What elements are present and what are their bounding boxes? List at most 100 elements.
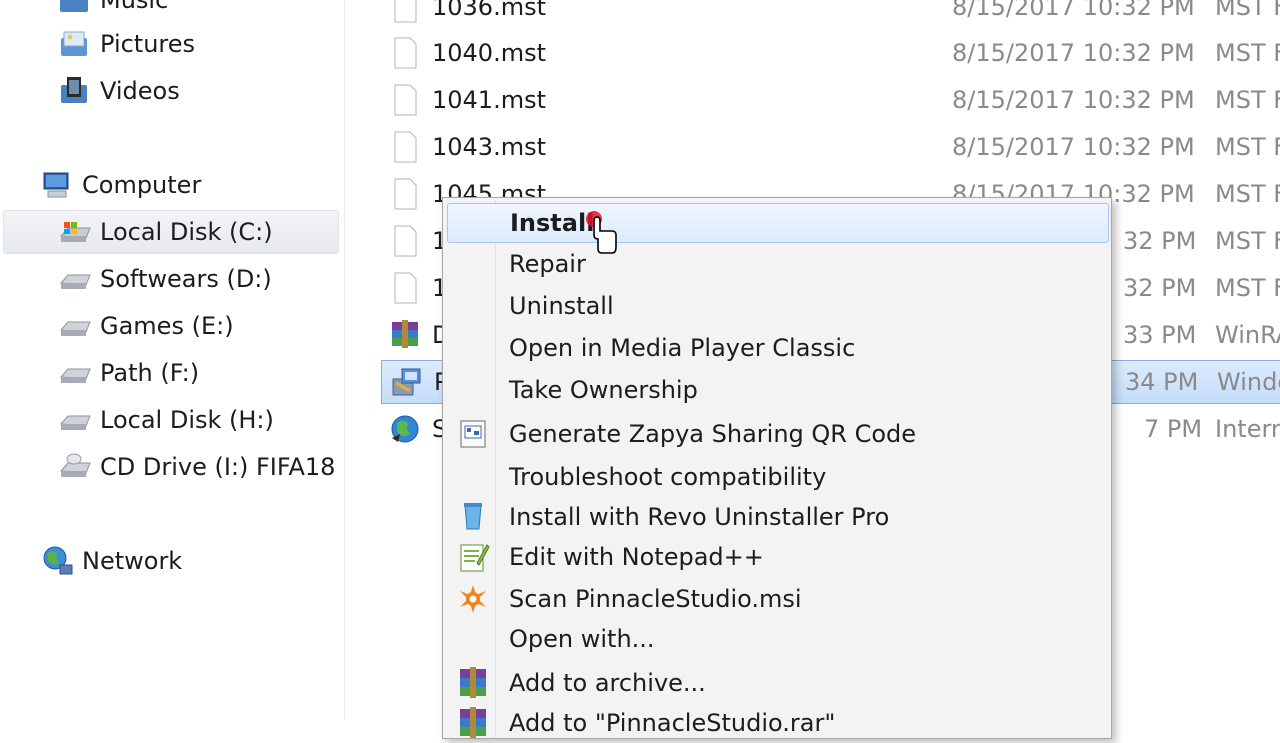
nav-item-local-disk-h[interactable]: Local Disk (H:) — [58, 398, 274, 442]
blank-file-icon — [394, 131, 417, 163]
revo-uninstaller-icon — [464, 503, 482, 530]
nav-item-pictures[interactable]: Pictures — [58, 22, 195, 66]
blank-file-icon — [394, 84, 417, 116]
nav-item-cd-drive-i[interactable]: CD Drive (I:) FIFA18 — [58, 445, 335, 489]
file-type: MST F — [1215, 180, 1280, 208]
file-type: WinRA — [1215, 321, 1280, 349]
menu-item-zapya-qr[interactable]: Generate Zapya Sharing QR Code — [447, 414, 1107, 454]
file-type: MST F — [1215, 133, 1280, 161]
nav-item-label: Pictures — [100, 30, 196, 58]
menu-item-label: Open with... — [509, 625, 655, 653]
network-icon — [43, 546, 73, 575]
file-name: 1041.mst — [432, 86, 546, 114]
drive-icon — [59, 321, 91, 336]
file-row[interactable]: 1040.mst 8/15/2017 10:32 PM MST F — [380, 32, 1280, 74]
menu-item-uninstall[interactable]: Uninstall — [447, 286, 1107, 326]
winrar-icon — [460, 667, 486, 698]
menu-item-repair[interactable]: Repair — [447, 244, 1107, 284]
menu-item-open-media-player-classic[interactable]: Open in Media Player Classic — [447, 328, 1107, 368]
blank-file-icon — [394, 37, 417, 69]
cd-drive-icon — [59, 453, 91, 477]
nav-item-path-f[interactable]: Path (F:) — [58, 351, 199, 395]
menu-item-label: Add to archive... — [509, 669, 706, 697]
nav-item-label: Softwears (D:) — [100, 265, 272, 293]
nav-item-local-disk-c[interactable]: Local Disk (C:) — [3, 210, 339, 254]
installer-package-icon — [392, 368, 421, 396]
menu-item-revo-uninstaller[interactable]: Install with Revo Uninstaller Pro — [447, 497, 1107, 537]
winrar-icon — [460, 707, 486, 738]
nav-item-label: Music — [100, 0, 169, 14]
file-row[interactable]: 1036.mst 8/15/2017 10:32 PM MST F — [380, 0, 1280, 28]
file-name: 1040.mst — [432, 39, 546, 67]
menu-item-label: Install — [510, 209, 595, 237]
blank-file-icon — [394, 0, 417, 23]
computer-icon — [43, 172, 69, 198]
file-date: 33 PM — [1123, 321, 1197, 349]
menu-item-edit-notepad-plus-plus[interactable]: Edit with Notepad++ — [447, 537, 1107, 577]
file-date: 8/15/2017 10:32 PM — [952, 39, 1195, 67]
file-type: MST F — [1215, 86, 1280, 114]
qr-code-icon — [460, 420, 486, 448]
menu-item-label: Install with Revo Uninstaller Pro — [509, 503, 890, 531]
menu-item-label: Troubleshoot compatibility — [509, 463, 827, 491]
nav-item-music[interactable]: Music — [58, 0, 168, 22]
menu-item-label: Scan PinnacleStudio.msi — [509, 585, 802, 613]
avast-icon — [460, 585, 486, 613]
menu-item-label: Add to "PinnacleStudio.rar" — [509, 709, 836, 737]
file-date: 34 PM — [1125, 368, 1199, 396]
nav-item-label: Network — [82, 547, 183, 575]
music-folder-icon — [60, 0, 88, 12]
nav-item-videos[interactable]: Videos — [58, 69, 180, 113]
menu-item-add-to-rar[interactable]: Add to "PinnacleStudio.rar" — [447, 703, 1107, 743]
file-type: Intern — [1215, 415, 1280, 443]
nav-item-label: Videos — [100, 77, 180, 105]
file-type: Windo — [1217, 368, 1280, 396]
blank-file-icon — [394, 178, 417, 210]
file-date: 8/15/2017 10:32 PM — [952, 86, 1195, 114]
system-drive-icon — [59, 222, 91, 242]
file-date: 8/15/2017 10:32 PM — [952, 0, 1195, 21]
drive-icon — [59, 274, 91, 289]
drive-icon — [59, 415, 91, 430]
file-type: MST F — [1215, 0, 1280, 21]
menu-item-troubleshoot-compatibility[interactable]: Troubleshoot compatibility — [447, 457, 1107, 497]
file-type: MST F — [1215, 274, 1280, 302]
nav-item-label: CD Drive (I:) FIFA18 — [100, 453, 336, 481]
mouse-cursor-icon — [586, 211, 617, 254]
file-type: MST F — [1215, 39, 1280, 67]
winrar-archive-icon — [392, 320, 418, 348]
nav-item-label: Local Disk (H:) — [100, 406, 274, 434]
internet-shortcut-icon — [391, 415, 419, 443]
file-date: 32 PM — [1123, 274, 1197, 302]
file-name: 1036.mst — [432, 0, 546, 21]
file-row[interactable]: 1041.mst 8/15/2017 10:32 PM MST F — [380, 79, 1280, 121]
nav-item-label: Computer — [82, 171, 202, 199]
blank-file-icon — [394, 225, 417, 257]
nav-item-label: Path (F:) — [100, 359, 200, 387]
menu-item-take-ownership[interactable]: Take Ownership — [447, 370, 1107, 410]
menu-item-scan-avast[interactable]: Scan PinnacleStudio.msi — [447, 579, 1107, 619]
context-menu: Install Repair Uninstall Open in Media P… — [442, 197, 1112, 739]
videos-folder-icon — [61, 77, 87, 103]
file-date: 8/15/2017 10:32 PM — [952, 133, 1195, 161]
menu-item-install[interactable]: Install — [447, 203, 1109, 243]
file-row[interactable]: 1043.mst 8/15/2017 10:32 PM MST F — [380, 126, 1280, 168]
menu-item-label: Edit with Notepad++ — [509, 543, 764, 571]
menu-item-label: Uninstall — [509, 292, 614, 320]
file-type: MST F — [1215, 227, 1280, 255]
menu-item-open-with[interactable]: Open with... — [447, 619, 1107, 659]
nav-item-softwears-d[interactable]: Softwears (D:) — [58, 257, 272, 301]
menu-item-label: Repair — [509, 250, 586, 278]
menu-item-label: Take Ownership — [509, 376, 698, 404]
nav-item-computer[interactable]: Computer — [40, 163, 201, 207]
menu-item-add-to-archive[interactable]: Add to archive... — [447, 663, 1107, 703]
navigation-pane: Music Pictures Videos Computer Local Dis… — [0, 0, 345, 720]
notepad-plus-plus-icon — [460, 544, 490, 572]
menu-item-label: Generate Zapya Sharing QR Code — [509, 420, 917, 448]
file-date: 32 PM — [1123, 227, 1197, 255]
nav-item-network[interactable]: Network — [40, 539, 182, 583]
nav-item-games-e[interactable]: Games (E:) — [58, 304, 234, 348]
file-name: 1043.mst — [432, 133, 546, 161]
nav-item-label: Games (E:) — [100, 312, 234, 340]
drive-icon — [59, 368, 91, 383]
